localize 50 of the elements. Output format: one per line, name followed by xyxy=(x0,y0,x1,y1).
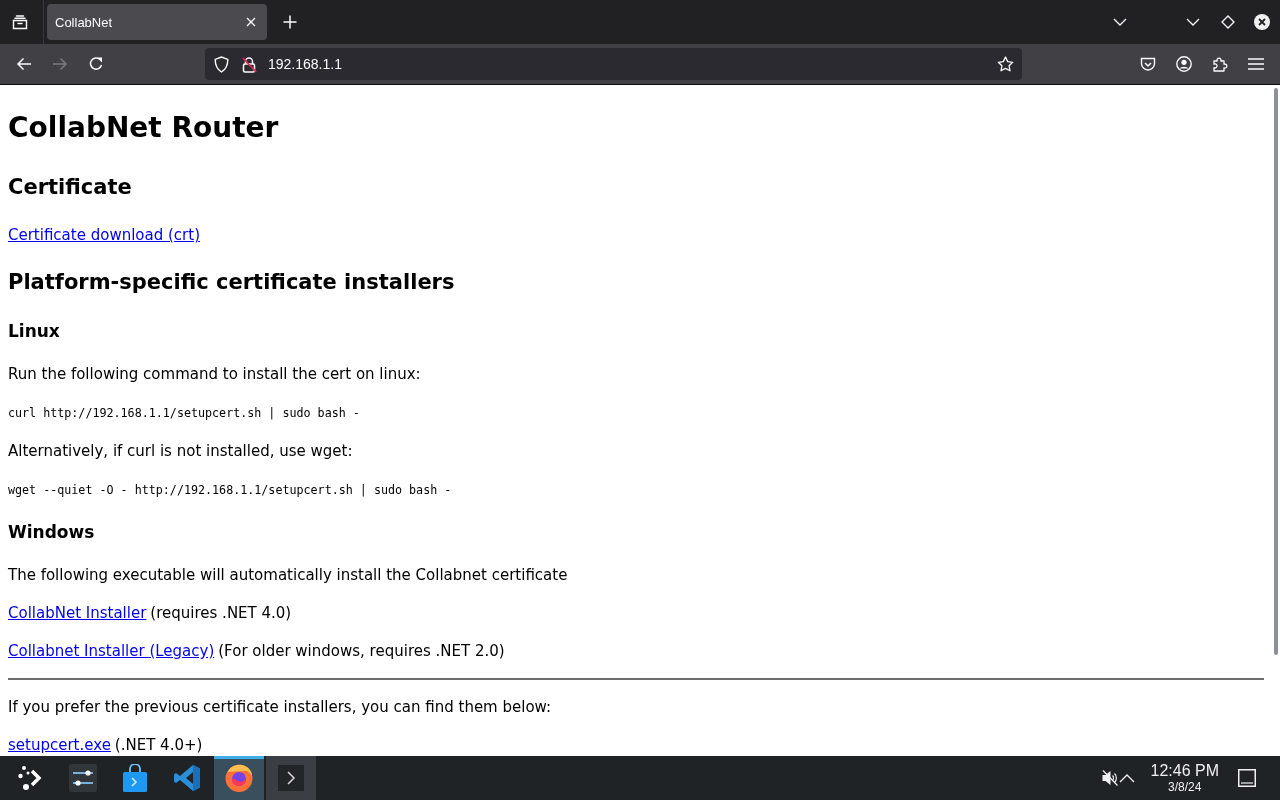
paragraph: If you prefer the previous certificate installers, you can find them below: xyxy=(8,698,552,716)
address-bar[interactable]: 192.168.1.1 xyxy=(205,48,1022,80)
close-icon xyxy=(1254,14,1270,30)
sliders-icon xyxy=(69,764,97,792)
clock-date: 3/8/24 xyxy=(1168,781,1202,793)
insecure-lock-icon xyxy=(241,55,257,73)
clock-widget[interactable]: 12:46 PM 3/8/24 xyxy=(1150,763,1219,793)
shopping-bag-icon xyxy=(122,764,148,792)
pocket-icon xyxy=(1140,56,1156,72)
subsection-heading: Windows xyxy=(8,521,96,544)
dotted-arrow-icon xyxy=(18,765,44,791)
reload-icon xyxy=(88,56,104,72)
shield-icon xyxy=(214,55,229,73)
section-heading: Platform-specific certificate installers xyxy=(8,269,456,296)
desktop-icon xyxy=(1238,769,1256,787)
download-link[interactable]: CollabNet Installer xyxy=(8,604,147,622)
muted-speaker-icon xyxy=(1100,769,1119,787)
browser-tab[interactable]: CollabNet xyxy=(47,4,267,40)
puzzle-piece-icon xyxy=(1212,56,1228,72)
plus-icon xyxy=(283,15,297,29)
download-link[interactable]: setupcert.exe xyxy=(8,736,111,754)
close-icon xyxy=(246,17,256,27)
tab-overview-icon xyxy=(12,14,28,30)
command-text: curl http://192.168.1.1/setupcert.sh | sudo bash - xyxy=(8,406,360,420)
terminal-icon xyxy=(278,765,304,791)
code-editor-icon xyxy=(173,764,201,792)
download-link[interactable]: Collabnet Installer (Legacy) xyxy=(8,642,215,660)
download-link[interactable]: Certificate download (crt) xyxy=(8,226,200,244)
scrollbar-thumb[interactable] xyxy=(1274,88,1278,655)
link-note: (For older windows, requires .NET 2.0) xyxy=(218,642,505,660)
paragraph: The following executable will automatically install the Collabnet certificate xyxy=(8,566,568,584)
link-note: (requires .NET 4.0) xyxy=(150,604,292,622)
page-heading: CollabNet Router xyxy=(8,110,280,146)
menu-icon xyxy=(1248,58,1264,70)
link-note: (.NET 4.0+) xyxy=(114,736,203,754)
bookmark-star-icon[interactable] xyxy=(997,56,1014,72)
caret-up-icon xyxy=(1118,773,1135,783)
paragraph: Alternatively, if curl is not installed, use wget: xyxy=(8,442,353,460)
account-icon xyxy=(1176,56,1192,72)
forward-arrow-icon xyxy=(52,57,68,71)
clock-time: 12:46 PM xyxy=(1150,763,1219,779)
chevron-down-icon xyxy=(1113,18,1127,26)
command-text: wget --quiet -O - http://192.168.1.1/setupcert.sh | sudo bash - xyxy=(8,483,452,497)
back-arrow-icon xyxy=(16,57,32,71)
section-heading: Certificate xyxy=(8,174,133,201)
minimize-icon xyxy=(1186,18,1200,26)
subsection-heading: Linux xyxy=(8,320,61,343)
maximize-icon xyxy=(1221,15,1235,29)
browser-icon xyxy=(224,763,254,793)
paragraph: Run the following command to install the cert on linux: xyxy=(8,365,421,383)
